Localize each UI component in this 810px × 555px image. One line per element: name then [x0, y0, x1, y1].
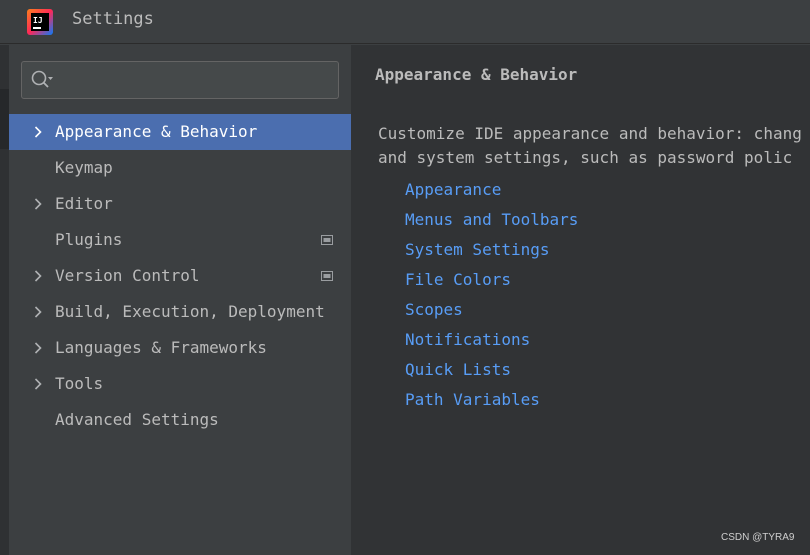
link-file-colors[interactable]: File Colors — [405, 267, 578, 297]
search-icon[interactable] — [30, 69, 54, 91]
sidebar-item-label: Build, Execution, Deployment — [55, 302, 325, 321]
settings-tree: Appearance & Behavior Keymap Editor Plugins… — [9, 114, 351, 438]
description-text: Customize IDE appearance and behavior: c… — [378, 122, 810, 170]
sidebar-item-advanced-settings[interactable]: Advanced Settings — [9, 402, 351, 438]
link-system-settings[interactable]: System Settings — [405, 237, 578, 267]
chevron-right-icon[interactable] — [34, 126, 42, 138]
link-quick-lists[interactable]: Quick Lists — [405, 357, 578, 387]
settings-content-pane: Appearance & Behavior Customize IDE appe… — [351, 45, 810, 555]
title-bar: IJ Settings — [0, 0, 810, 44]
chevron-right-icon[interactable] — [34, 198, 42, 210]
chevron-right-icon[interactable] — [34, 378, 42, 390]
link-menus-and-toolbars[interactable]: Menus and Toolbars — [405, 207, 578, 237]
chevron-right-icon[interactable] — [34, 270, 42, 282]
page-title: Appearance & Behavior — [375, 65, 578, 84]
sidebar-item-label: Version Control — [55, 266, 200, 285]
watermark: CSDN @TYRA9 — [721, 532, 795, 543]
sidebar-item-appearance-behavior[interactable]: Appearance & Behavior — [9, 114, 351, 150]
logo-text: IJ — [33, 16, 43, 25]
settings-sidebar: Appearance & Behavior Keymap Editor Plugins… — [9, 45, 351, 555]
sidebar-item-version-control[interactable]: Version Control — [9, 258, 351, 294]
link-path-variables[interactable]: Path Variables — [405, 387, 578, 417]
project-level-settings-icon — [321, 235, 333, 245]
sidebar-item-label: Tools — [55, 374, 104, 393]
link-scopes[interactable]: Scopes — [405, 297, 578, 327]
link-notifications[interactable]: Notifications — [405, 327, 578, 357]
description-line-1: Customize IDE appearance and behavior: c… — [378, 124, 802, 143]
sidebar-item-label: Plugins — [55, 230, 123, 249]
sidebar-item-build-execution-deployment[interactable]: Build, Execution, Deployment — [9, 294, 351, 330]
sidebar-item-keymap[interactable]: Keymap — [9, 150, 351, 186]
search-input[interactable] — [21, 61, 339, 99]
window-title: Settings — [72, 9, 154, 29]
sidebar-item-label: Appearance & Behavior — [55, 122, 258, 141]
sidebar-item-label: Keymap — [55, 158, 113, 177]
sidebar-item-label: Editor — [55, 194, 113, 213]
sidebar-item-tools[interactable]: Tools — [9, 366, 351, 402]
sidebar-item-languages-frameworks[interactable]: Languages & Frameworks — [9, 330, 351, 366]
sidebar-item-label: Languages & Frameworks — [55, 338, 267, 357]
project-level-settings-icon — [321, 271, 333, 281]
background-window-edge — [0, 45, 9, 555]
link-appearance[interactable]: Appearance — [405, 177, 578, 207]
sidebar-item-editor[interactable]: Editor — [9, 186, 351, 222]
description-line-2: and system settings, such as password po… — [378, 148, 793, 167]
chevron-right-icon[interactable] — [34, 342, 42, 354]
sidebar-item-plugins[interactable]: Plugins — [9, 222, 351, 258]
intellij-logo-icon: IJ — [27, 9, 53, 35]
sidebar-item-label: Advanced Settings — [55, 410, 219, 429]
chevron-right-icon[interactable] — [34, 306, 42, 318]
settings-links: Appearance Menus and Toolbars System Setti… — [405, 177, 578, 417]
